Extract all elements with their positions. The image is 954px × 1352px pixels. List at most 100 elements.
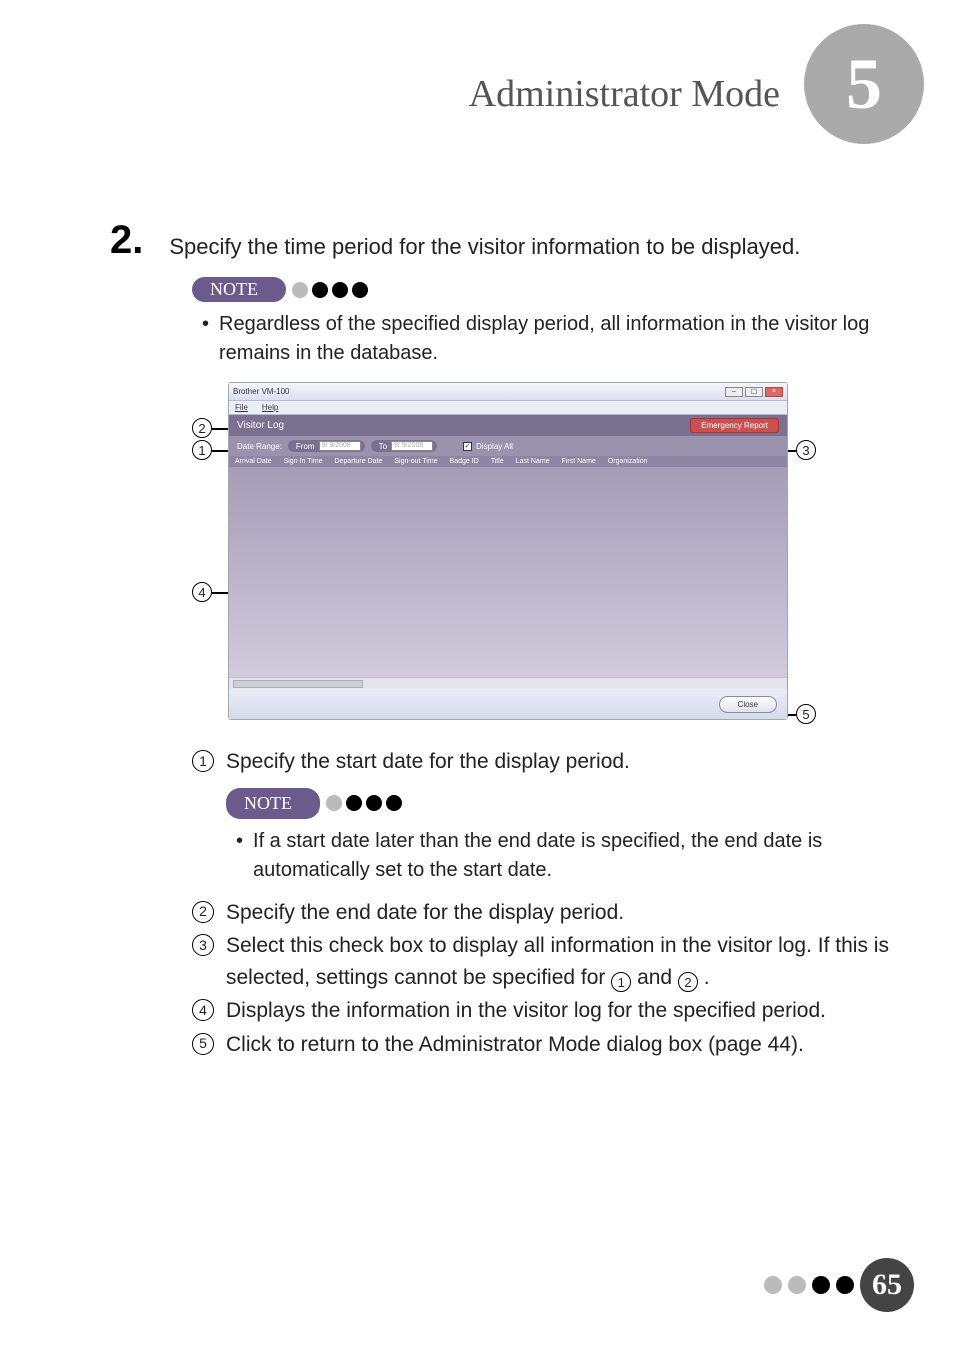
dot-icon — [292, 282, 308, 298]
explanation-list: 1 Specify the start date for the display… — [192, 746, 894, 1060]
panel-title: Visitor Log — [237, 420, 284, 431]
expl-3c: . — [704, 966, 710, 989]
scrollbar-thumb[interactable] — [233, 680, 363, 688]
dot-decor — [326, 795, 402, 811]
note-bullet: • Regardless of the specified display pe… — [202, 310, 894, 368]
horizontal-scrollbar[interactable] — [229, 677, 787, 689]
screenshot-figure: 2 1 3 4 5 Brother VM-100 – ☐ × File Help — [192, 382, 832, 720]
from-label: From — [296, 442, 315, 451]
note-label: NOTE — [226, 788, 320, 819]
callout-3: 3 — [796, 440, 816, 460]
step-2: 2. Specify the time period for the visit… — [110, 220, 894, 263]
col-header[interactable]: First Name — [556, 458, 602, 465]
date-range-label: Date Range: — [237, 442, 282, 451]
circle-2-icon: 2 — [192, 901, 214, 923]
expl-text-1: Specify the start date for the display p… — [226, 746, 630, 778]
app-window: Brother VM-100 – ☐ × File Help Visitor L… — [228, 382, 788, 720]
page-content: 2. Specify the time period for the visit… — [110, 220, 894, 1062]
expl-item-1: 1 Specify the start date for the display… — [192, 746, 894, 778]
page-header: Administrator Mode 5 — [0, 44, 954, 144]
dot-icon — [836, 1276, 854, 1294]
dot-icon — [326, 795, 342, 811]
note-text: If a start date later than the end date … — [253, 827, 874, 885]
to-date-input[interactable]: 9/ 9/2008 — [391, 441, 433, 451]
titlebar: Brother VM-100 – ☐ × — [229, 383, 787, 401]
callout-line — [788, 714, 796, 716]
circle-4-icon: 4 — [192, 999, 214, 1021]
expl-item-4: 4 Displays the information in the visito… — [192, 995, 894, 1027]
dot-icon — [386, 795, 402, 811]
table-body-empty — [229, 467, 787, 677]
col-header[interactable]: Badge ID — [444, 458, 485, 465]
note-text: Regardless of the specified display peri… — [219, 310, 874, 368]
col-header[interactable]: Organization — [602, 458, 654, 465]
chapter-badge: 5 — [804, 24, 924, 144]
dot-icon — [812, 1276, 830, 1294]
dot-icon — [346, 795, 362, 811]
page-number-badge: 65 — [860, 1258, 914, 1312]
menu-help[interactable]: Help — [262, 403, 278, 412]
window-buttons: – ☐ × — [725, 387, 783, 397]
col-header[interactable]: Last Name — [510, 458, 556, 465]
inline-circle-1-icon: 1 — [611, 972, 631, 992]
circle-1-icon: 1 — [192, 750, 214, 772]
expl-text-3: Select this check box to display all inf… — [226, 930, 894, 993]
callout-line — [212, 592, 228, 594]
expl-text-5: Click to return to the Administrator Mod… — [226, 1029, 804, 1061]
window-title: Brother VM-100 — [233, 387, 289, 396]
col-header[interactable]: Sign In Time — [278, 458, 329, 465]
callout-1: 1 — [192, 440, 212, 460]
footer-bar: Close — [229, 689, 787, 719]
expl-text-4: Displays the information in the visitor … — [226, 995, 826, 1027]
callout-line — [212, 450, 228, 452]
dot-icon — [332, 282, 348, 298]
display-all-group: ✓ Display All — [463, 442, 513, 451]
menubar: File Help — [229, 401, 787, 415]
from-pill: From 9/ 9/2008 — [288, 440, 365, 452]
col-header[interactable]: Departure Date — [329, 458, 389, 465]
dot-decor — [292, 282, 368, 298]
note-pill-row: NOTE — [192, 277, 894, 302]
circle-3-icon: 3 — [192, 934, 214, 956]
note-bullet: • If a start date later than the end dat… — [236, 827, 894, 885]
menu-file[interactable]: File — [235, 403, 248, 412]
maximize-button[interactable]: ☐ — [745, 387, 763, 397]
note-block-2: NOTE • If a start date later than the en… — [226, 788, 894, 885]
from-date-input[interactable]: 9/ 9/2008 — [319, 441, 361, 451]
callout-4: 4 — [192, 582, 212, 602]
dot-icon — [312, 282, 328, 298]
expl-3b: and — [637, 966, 678, 989]
minimize-button[interactable]: – — [725, 387, 743, 397]
note-block-1: NOTE • Regardless of the specified displ… — [192, 277, 894, 368]
expl-item-5: 5 Click to return to the Administrator M… — [192, 1029, 894, 1061]
callout-2: 2 — [192, 418, 212, 438]
header-title: Administrator Mode — [469, 72, 780, 116]
emergency-report-button[interactable]: Emergency Report — [690, 418, 779, 433]
callout-5: 5 — [796, 704, 816, 724]
note-label: NOTE — [192, 277, 286, 302]
to-label: To — [379, 442, 387, 451]
col-header[interactable]: Sign-out Time — [388, 458, 443, 465]
col-header[interactable]: Arrival Date — [229, 458, 278, 465]
expl-text-2: Specify the end date for the display per… — [226, 897, 624, 929]
dot-icon — [788, 1276, 806, 1294]
bullet-icon: • — [202, 310, 209, 368]
expl-item-3: 3 Select this check box to display all i… — [192, 930, 894, 993]
col-header[interactable]: Title — [485, 458, 510, 465]
display-all-label: Display All — [476, 442, 513, 451]
callout-line — [788, 450, 796, 452]
window-close-button[interactable]: × — [765, 387, 783, 397]
note-pill-row: NOTE — [226, 788, 894, 819]
inline-circle-2-icon: 2 — [678, 972, 698, 992]
dot-icon — [764, 1276, 782, 1294]
close-button[interactable]: Close — [719, 696, 777, 713]
display-all-checkbox[interactable]: ✓ — [463, 442, 472, 451]
date-range-row: Date Range: From 9/ 9/2008 To 9/ 9/2008 … — [229, 436, 787, 456]
bullet-icon: • — [236, 827, 243, 885]
table-header-row: Arrival Date Sign In Time Departure Date… — [229, 456, 787, 467]
circle-5-icon: 5 — [192, 1033, 214, 1055]
step-text: Specify the time period for the visitor … — [169, 220, 800, 263]
page-footer: 65 — [764, 1258, 914, 1312]
dot-icon — [352, 282, 368, 298]
expl-3a: Select this check box to display all inf… — [226, 934, 889, 989]
